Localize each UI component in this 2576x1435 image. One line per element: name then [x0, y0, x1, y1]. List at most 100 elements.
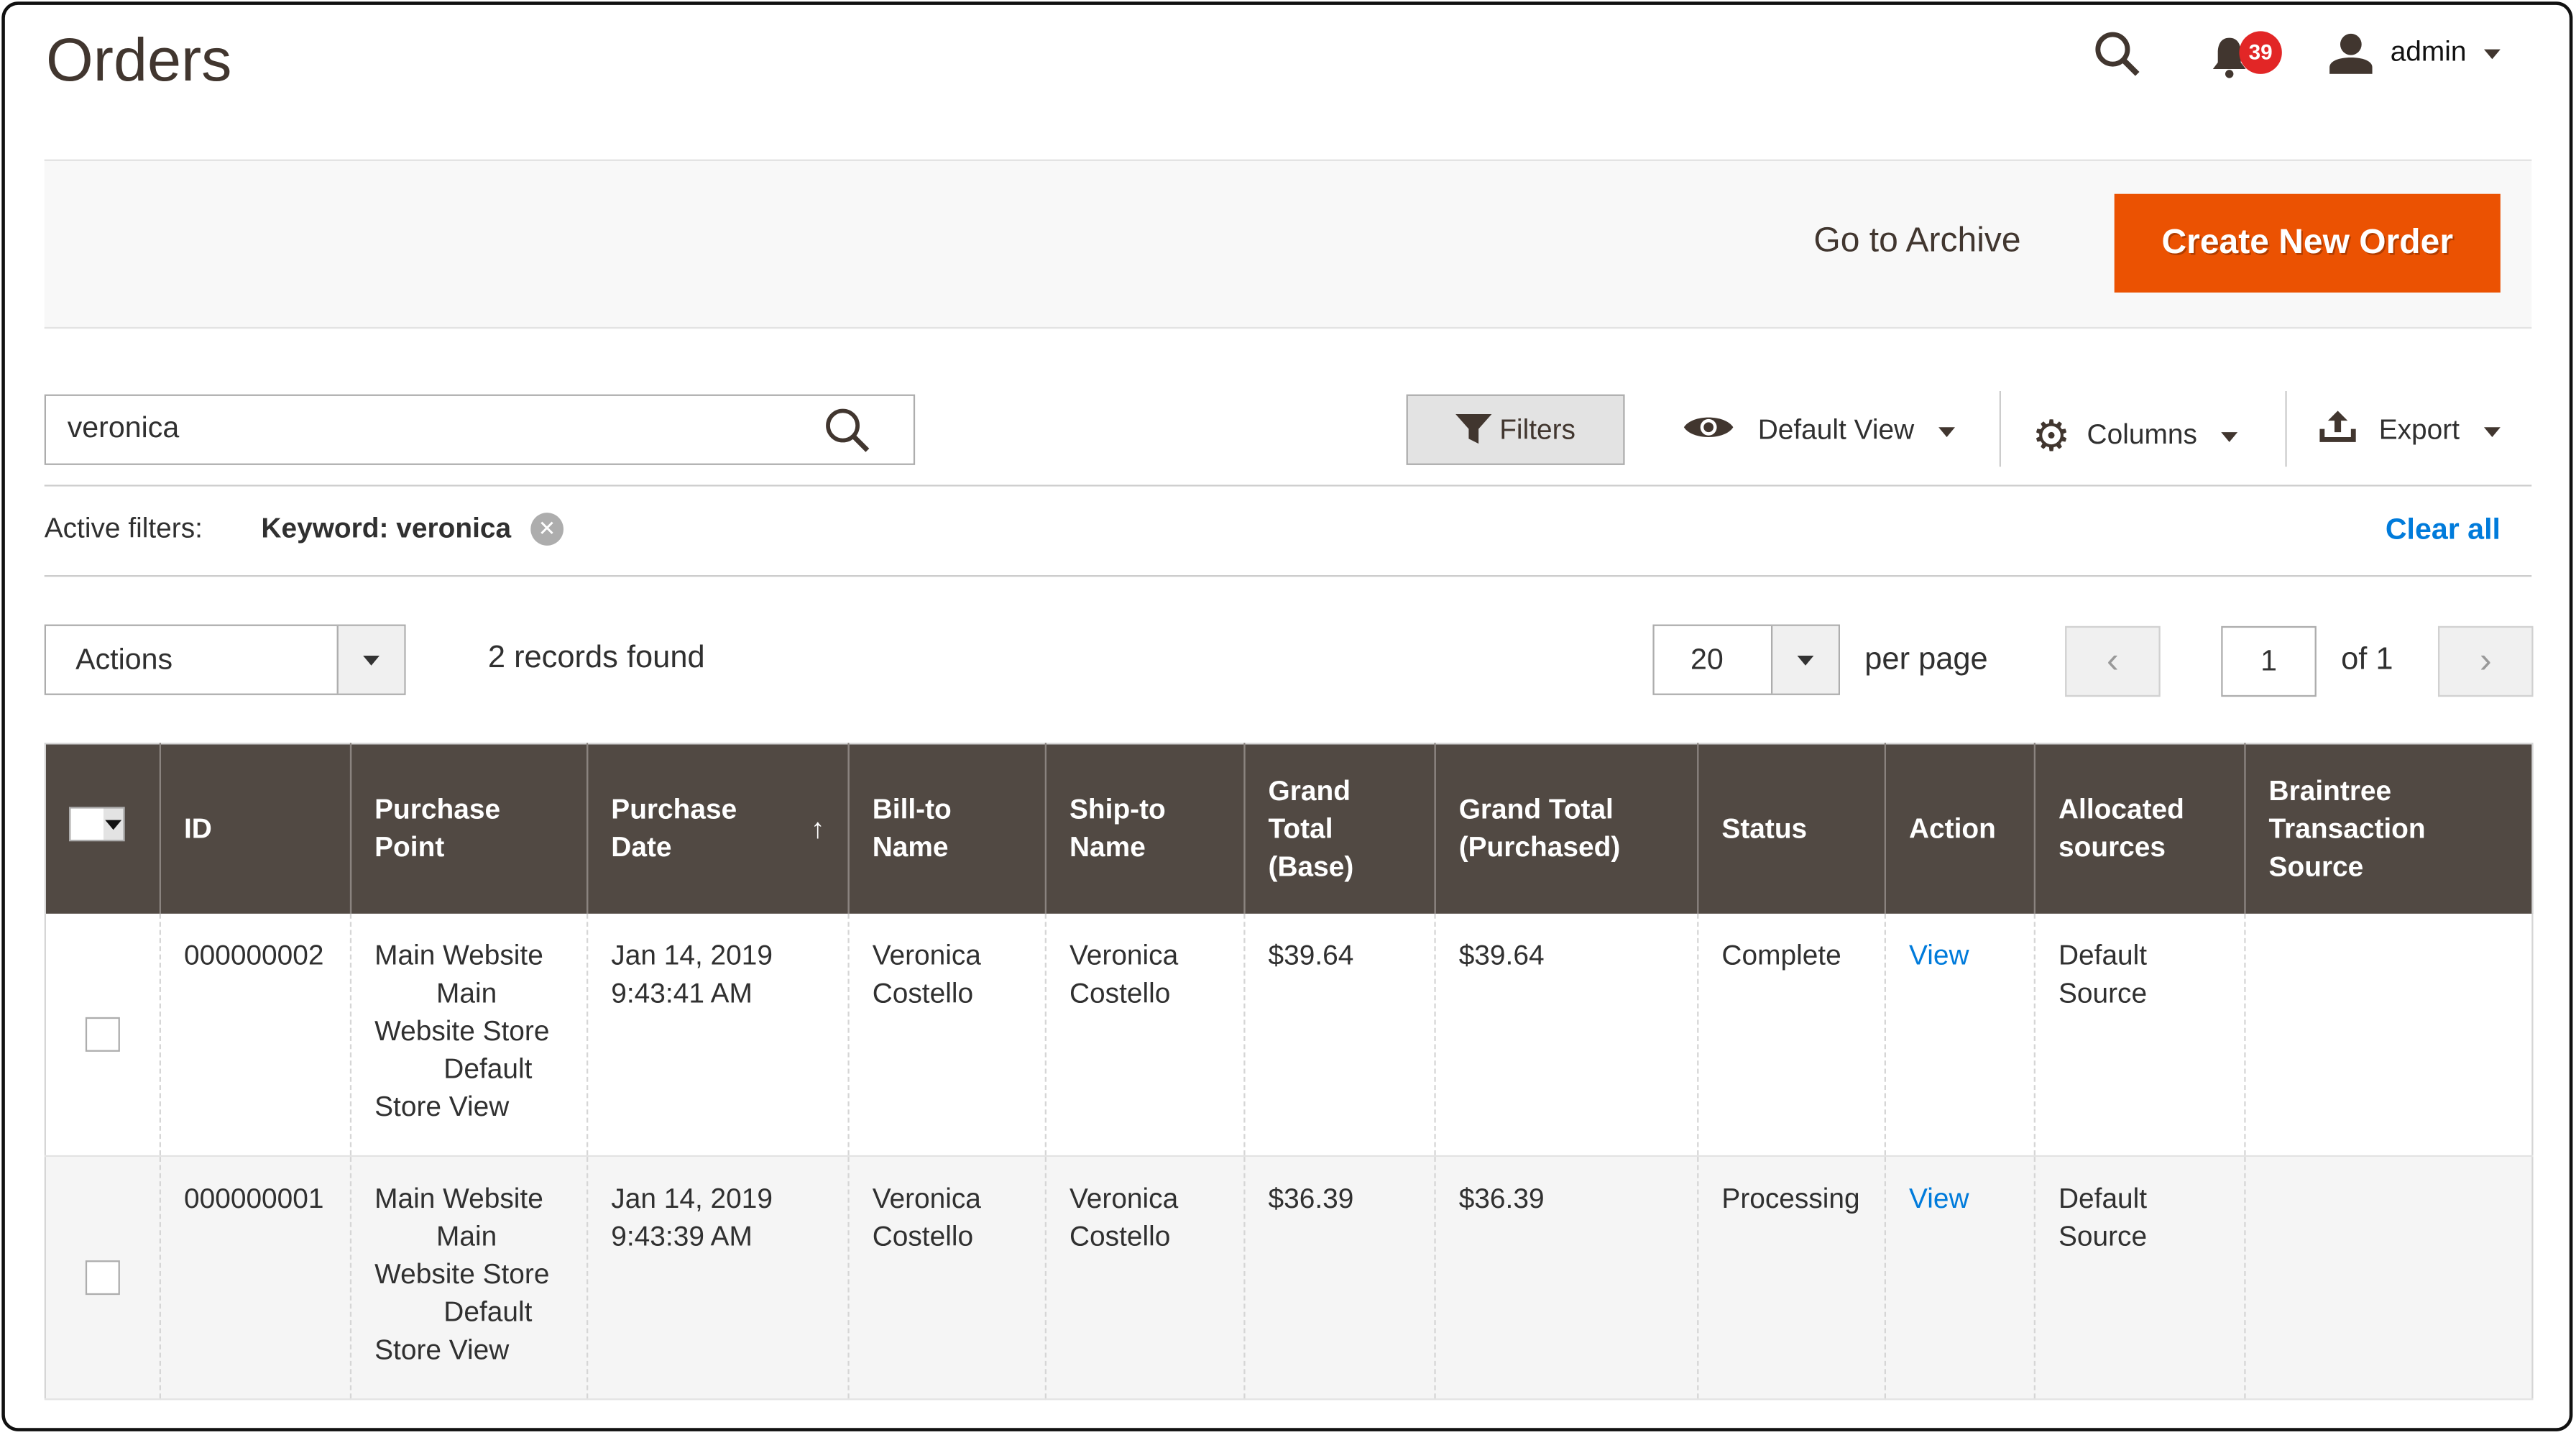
action-cell: View	[1884, 912, 2035, 1156]
purchase-point-line: Website Store	[374, 1258, 550, 1290]
notification-badge[interactable]: 39	[2239, 31, 2282, 74]
allocated-sources-cell: Default Source	[2033, 1155, 2245, 1400]
date-line: Jan 14, 2019	[611, 939, 773, 971]
mass-select-dropdown[interactable]	[68, 807, 125, 842]
column-header-purchase-date[interactable]: Purchase Date ↑	[586, 743, 849, 913]
create-new-order-button[interactable]: Create New Order	[2114, 193, 2501, 293]
search-icon[interactable]	[2093, 29, 2143, 79]
per-page-select[interactable]: 20	[1652, 624, 1840, 695]
view-order-link[interactable]: View	[1909, 939, 1969, 970]
grand-total-base-cell: $36.39	[1243, 1155, 1435, 1400]
clear-all-link[interactable]: Clear all	[2386, 513, 2501, 547]
export-label: Export	[2378, 413, 2460, 446]
purchase-point-line: Main Website	[374, 939, 543, 971]
go-to-archive-button[interactable]: Go to Archive	[1813, 222, 2020, 262]
purchase-point-cell: Main Website Main Website Store Default Stor…	[349, 912, 588, 1156]
purchase-point-line: Main	[436, 976, 497, 1009]
next-page-button[interactable]: ›	[2437, 625, 2534, 697]
table-row: 000000002 Main Website Main Website Store D…	[45, 912, 2533, 1156]
date-line: 9:43:39 AM	[611, 1221, 753, 1252]
purchase-point-line: Default	[443, 1296, 533, 1328]
id-cell: 000000002	[159, 912, 351, 1156]
mass-actions-select[interactable]: Actions	[44, 624, 406, 695]
sources-line: Default	[2058, 939, 2148, 971]
search-submit-icon[interactable]	[823, 406, 873, 456]
purchase-date-cell: Jan 14, 2019 9:43:39 AM	[586, 1155, 849, 1400]
columns-dropdown[interactable]: ⚙ Columns	[2032, 411, 2238, 462]
view-order-link[interactable]: View	[1909, 1183, 1969, 1214]
purchase-point-line: Store View	[374, 1334, 510, 1366]
ship-to-line: Veronica	[1069, 939, 1179, 971]
ship-to-line: Veronica	[1069, 1183, 1179, 1215]
sources-line: Source	[2058, 1221, 2148, 1252]
view-dropdown[interactable]: Default View	[1683, 411, 1955, 446]
column-header-allocated-sources[interactable]: Allocated sources	[2033, 743, 2245, 913]
funnel-icon	[1455, 413, 1492, 444]
date-line: Jan 14, 2019	[611, 1183, 773, 1215]
bill-to-line: Veronica	[872, 1183, 981, 1215]
date-line: 9:43:41 AM	[611, 976, 753, 1009]
filters-button[interactable]: Filters	[1406, 394, 1625, 465]
column-header-grand-total-purchased[interactable]: Grand Total (Purchased)	[1434, 743, 1698, 913]
column-header-grand-total-base[interactable]: Grand Total (Base)	[1243, 743, 1435, 913]
orders-page: Orders 39 admin Go to Archive Create New…	[0, 0, 2576, 1434]
column-header-braintree-source[interactable]: Braintree Transaction Source	[2244, 743, 2533, 913]
column-header-id[interactable]: ID	[159, 743, 351, 913]
action-cell: View	[1884, 1155, 2035, 1400]
previous-page-button[interactable]: ‹	[2065, 625, 2161, 697]
user-icon[interactable]	[2328, 31, 2374, 74]
braintree-source-cell	[2244, 1155, 2533, 1400]
columns-label: Columns	[2087, 418, 2197, 451]
ship-to-line: Costello	[1069, 976, 1171, 1009]
chevron-down-icon	[2483, 426, 2501, 436]
actions-label: Actions	[75, 642, 173, 676]
records-count: 2 records found	[487, 641, 705, 676]
active-filter-keyword: Keyword: veronica	[261, 513, 512, 544]
grand-total-base-cell: $39.64	[1243, 912, 1435, 1156]
purchase-point-line: Website Store	[374, 1014, 550, 1046]
row-select-cell	[45, 1155, 160, 1400]
status-cell: Complete	[1697, 912, 1885, 1156]
sort-ascending-icon: ↑	[810, 812, 825, 845]
active-filters-label: Active filters:	[44, 513, 203, 544]
ship-to-cell: Veronica Costello	[1044, 912, 1245, 1156]
table-header-row: ID Purchase Point Purchase Date ↑ Bill-to…	[45, 743, 2533, 913]
page-number-input[interactable]: 1	[2221, 625, 2317, 697]
bill-to-line: Veronica	[872, 939, 981, 971]
divider	[44, 574, 2532, 577]
mass-select-header[interactable]	[45, 743, 160, 913]
row-select-cell	[45, 913, 160, 1156]
chevron-down-icon	[1938, 426, 1955, 436]
bill-to-cell: Veronica Costello	[847, 912, 1046, 1156]
bill-to-line: Costello	[872, 976, 974, 1009]
column-header-bill-to[interactable]: Bill-to Name	[847, 743, 1046, 913]
chevron-down-icon	[1770, 625, 1839, 694]
purchase-point-line: Default	[443, 1052, 533, 1084]
grand-total-purchased-cell: $39.64	[1434, 912, 1698, 1156]
page-title: Orders	[45, 26, 232, 94]
purchase-point-line: Main Website	[374, 1183, 543, 1215]
export-icon	[2319, 411, 2356, 442]
chevron-down-icon	[2484, 48, 2501, 59]
orders-grid: ID Purchase Point Purchase Date ↑ Bill-to…	[44, 743, 2534, 1400]
search-value: veronica	[67, 411, 180, 444]
id-cell: 000000001	[159, 1155, 351, 1400]
table-row: 000000001 Main Website Main Website Store D…	[45, 1155, 2533, 1400]
divider	[2285, 390, 2287, 467]
total-pages: of 1	[2341, 642, 2393, 677]
column-header-purchase-point[interactable]: Purchase Point	[349, 743, 588, 913]
bill-to-line: Costello	[872, 1221, 974, 1252]
filters-label: Filters	[1499, 413, 1576, 446]
row-checkbox[interactable]	[85, 1260, 120, 1296]
remove-filter-icon[interactable]: ✕	[530, 513, 564, 546]
user-menu[interactable]: admin	[2391, 36, 2501, 69]
status-cell: Processing	[1697, 1155, 1885, 1400]
sources-line: Default	[2058, 1183, 2148, 1215]
row-checkbox[interactable]	[85, 1017, 120, 1052]
column-header-status[interactable]: Status	[1697, 743, 1885, 913]
divider	[1999, 390, 2001, 467]
column-header-ship-to[interactable]: Ship-to Name	[1044, 743, 1245, 913]
purchase-date-cell: Jan 14, 2019 9:43:41 AM	[586, 912, 849, 1156]
keyword-search-input[interactable]: veronica	[44, 394, 916, 465]
export-dropdown[interactable]: Export	[2318, 411, 2501, 446]
